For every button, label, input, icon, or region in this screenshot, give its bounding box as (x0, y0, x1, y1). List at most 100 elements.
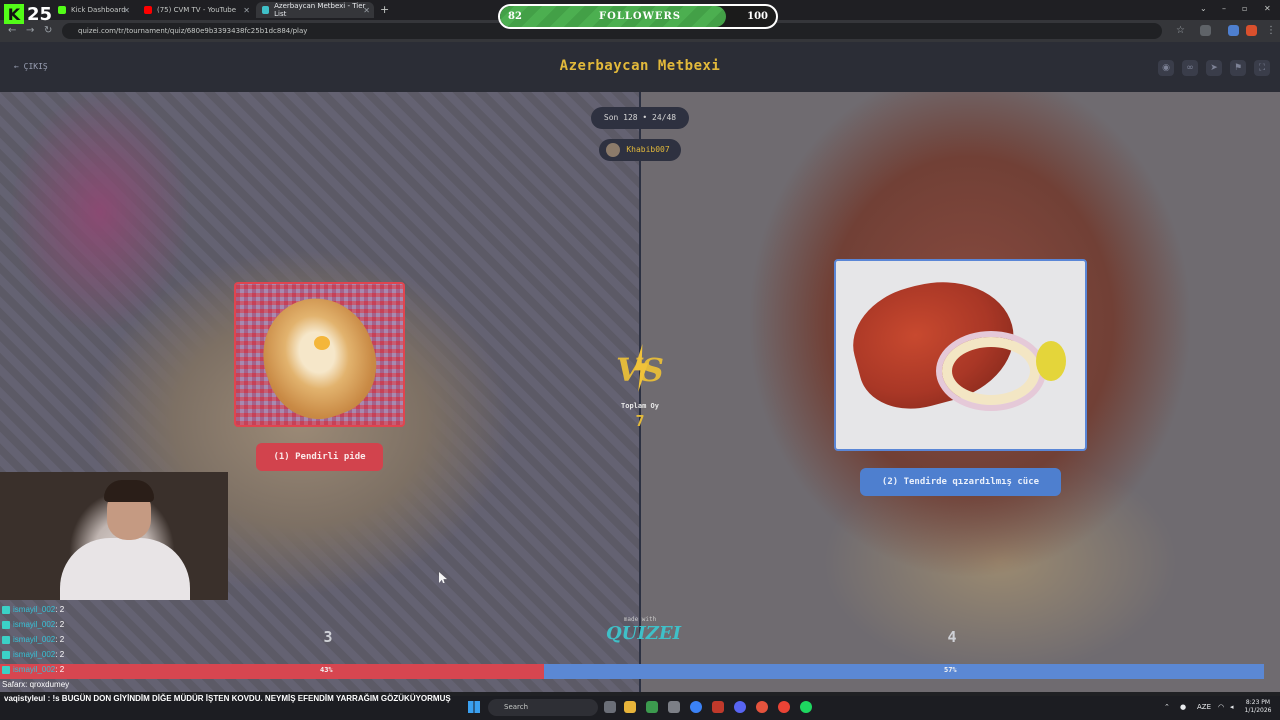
page-title: Azerbaycan Metbexi (559, 58, 721, 74)
left-vote-percent: 43% (320, 666, 333, 674)
clock-time: 8:23 PM (1245, 699, 1271, 706)
chat-badge-icon (2, 665, 10, 674)
discord-icon[interactable] (734, 701, 746, 713)
chrome-icon[interactable] (690, 701, 702, 713)
kick-favicon-icon (58, 6, 66, 14)
tab-quizei[interactable]: Azerbaycan Metbexi - Tier List ✕ (256, 2, 374, 18)
quizei-favicon-icon (262, 6, 270, 14)
reload-icon[interactable]: ↻ (44, 25, 52, 36)
onion-image (936, 331, 1046, 411)
chat-text: : 2 (55, 620, 65, 629)
tab-title: Azerbaycan Metbexi - Tier List (274, 2, 366, 18)
tab-title: Kick Dashboard (71, 6, 126, 14)
tray-chevron-icon[interactable]: ⌃ (1164, 703, 1170, 711)
file-explorer-icon[interactable] (624, 701, 636, 713)
chat-highlight-message: vaqistyleul : !s BUGÜN DON GİYİNDİM DİĞE… (4, 694, 451, 703)
chat-overlay: ismayil_002 : 2 ismayil_002 : 2 ismayil_… (0, 602, 280, 692)
quiz-header: ← ÇIKIŞ Azerbaycan Metbexi ◉ ∞ ➤ ⚑ ⛶ (0, 42, 1280, 92)
right-vote-count: 4 (947, 628, 957, 646)
wifi-icon[interactable]: ◠ (1218, 703, 1224, 711)
followers-label: FOLLOWERS (599, 11, 681, 22)
tab-youtube[interactable]: (75) CVM TV - YouTube ✕ (138, 2, 254, 18)
chat-text: : 2 (55, 605, 65, 614)
chat-username: ismayil_002 (13, 665, 56, 674)
microphone-icon[interactable]: ● (1180, 703, 1186, 711)
spotify-icon[interactable] (800, 701, 812, 713)
streamer-webcam (0, 472, 228, 600)
chat-message: Safarx : qroxdumey (0, 677, 280, 692)
chat-text: : qroxdumey (25, 680, 70, 689)
back-arrow-icon[interactable]: ← (8, 25, 16, 36)
chat-message: ismayil_002 : 2 (0, 617, 280, 632)
app-icon[interactable] (646, 701, 658, 713)
chat-username: Safarx (2, 680, 26, 689)
eye-icon[interactable]: ◉ (1158, 60, 1174, 76)
chat-username: ismayil_002 (13, 650, 56, 659)
tab-title: (75) CVM TV - YouTube (157, 6, 237, 14)
minimize-icon[interactable]: – (1222, 4, 1226, 13)
center-divider (639, 92, 641, 692)
egg-yolk (314, 336, 330, 350)
right-option-button[interactable]: (2) Tendirde qızardılmış cüce (860, 468, 1061, 496)
left-option-button[interactable]: (1) Pendirli pide (256, 443, 383, 471)
chat-badge-icon (2, 635, 10, 644)
chat-username: ismayil_002 (13, 620, 56, 629)
user-avatar (606, 143, 620, 157)
link-icon[interactable]: ∞ (1182, 60, 1198, 76)
youtube-favicon-icon (144, 6, 152, 14)
tab-search-icon[interactable]: ⌄ (1200, 4, 1207, 13)
pide-image (246, 284, 392, 425)
menu-kebab-icon[interactable]: ⋮ (1266, 25, 1276, 36)
streamer-hair (104, 480, 154, 502)
app-icon[interactable] (712, 701, 724, 713)
keyboard-language[interactable]: AZE (1197, 703, 1211, 711)
total-votes-label: Toplam Oy (621, 402, 659, 410)
share-icon[interactable]: ➤ (1206, 60, 1222, 76)
followers-goal: 100 (747, 11, 768, 22)
close-tab-icon[interactable]: ✕ (363, 6, 370, 15)
volume-icon[interactable]: ◂ (1230, 703, 1234, 711)
chat-text: : 2 (55, 650, 65, 659)
right-option-image[interactable] (834, 259, 1087, 451)
chat-message: ismayil_002 : 2 (0, 602, 280, 617)
chat-message: ismayil_002 : 2 (0, 662, 280, 677)
close-window-icon[interactable]: ✕ (1264, 4, 1271, 13)
clock-date: 1/1/2026 (1244, 707, 1272, 714)
kick-viewer-count: 25 (26, 3, 52, 25)
fullscreen-icon[interactable]: ⛶ (1254, 60, 1270, 76)
username: Khabib007 (626, 145, 670, 154)
chat-badge-icon (2, 605, 10, 614)
lemon-image (1036, 341, 1066, 381)
forward-arrow-icon[interactable]: → (26, 25, 34, 36)
followers-goal-bar: 82 FOLLOWERS 100 (498, 4, 778, 29)
close-tab-icon[interactable]: ✕ (123, 6, 130, 15)
chat-text: : 2 (55, 635, 65, 644)
kick-logo-icon: K (4, 4, 24, 24)
task-view-icon[interactable] (604, 701, 616, 713)
profile-avatar-icon[interactable] (1246, 25, 1257, 36)
chat-username: ismayil_002 (13, 635, 56, 644)
quizei-logo: QUIZEI (606, 623, 682, 644)
flag-icon[interactable]: ⚑ (1230, 60, 1246, 76)
chrome-active-icon[interactable] (756, 701, 768, 713)
app-icon[interactable] (778, 701, 790, 713)
maximize-icon[interactable]: ▫ (1242, 4, 1247, 13)
system-clock[interactable]: 8:23 PM 1/1/2026 (1240, 699, 1276, 715)
left-option-image[interactable] (234, 282, 405, 427)
extensions-icon[interactable] (1200, 25, 1211, 36)
extension-icon[interactable] (1228, 25, 1239, 36)
chat-message: ismayil_002 : 2 (0, 632, 280, 647)
kick-overlay-logo: K 25 (4, 2, 52, 26)
chat-badge-icon (2, 650, 10, 659)
chat-badge-icon (2, 620, 10, 629)
left-vote-count: 3 (323, 628, 333, 646)
user-pill: Khabib007 (599, 139, 681, 161)
chat-text: : 2 (55, 665, 65, 674)
close-tab-icon[interactable]: ✕ (243, 6, 250, 15)
bookmark-star-icon[interactable]: ☆ (1176, 25, 1185, 36)
made-with-label: made with (623, 616, 657, 623)
app-icon[interactable] (668, 701, 680, 713)
screen: Kick Dashboard ✕ (75) CVM TV - YouTube ✕… (0, 0, 1280, 720)
new-tab-icon[interactable]: + (380, 3, 389, 16)
tab-kick-dashboard[interactable]: Kick Dashboard ✕ (52, 2, 134, 18)
